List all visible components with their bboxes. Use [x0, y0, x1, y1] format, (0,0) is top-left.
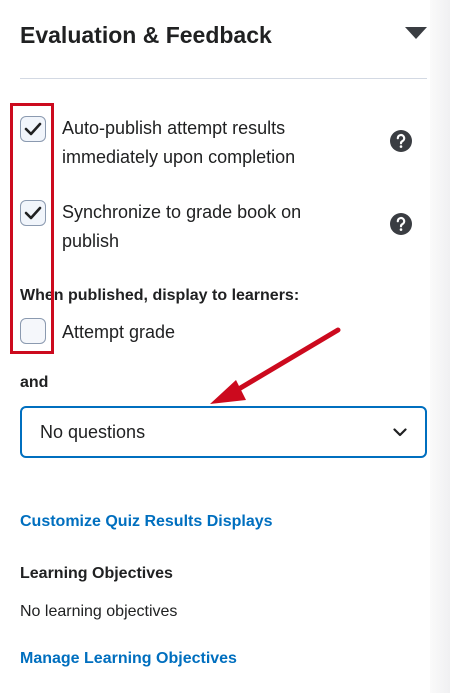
attempt-grade-checkbox[interactable] — [20, 318, 46, 344]
panel-edge — [430, 0, 450, 693]
help-icon[interactable] — [389, 129, 413, 153]
select-value: No questions — [40, 422, 146, 442]
auto-publish-checkbox[interactable] — [20, 116, 46, 142]
help-icon[interactable] — [389, 212, 413, 236]
questions-display-select[interactable]: No questions — [20, 406, 427, 458]
sync-gradebook-checkbox[interactable] — [20, 200, 46, 226]
and-label: and — [20, 374, 49, 391]
chevron-down-icon — [393, 428, 407, 437]
auto-publish-label: Auto-publish attempt results immediately… — [62, 118, 296, 167]
checkmark-icon — [24, 206, 42, 220]
checkmark-icon — [24, 122, 42, 136]
section-title: Evaluation & Feedback — [20, 22, 272, 48]
learning-objectives-heading: Learning Objectives — [20, 565, 173, 582]
customize-quiz-results-link[interactable]: Customize Quiz Results Displays — [20, 513, 273, 531]
divider — [20, 78, 427, 79]
attempt-grade-label: Attempt grade — [62, 322, 176, 342]
collapse-triangle-icon[interactable] — [404, 26, 428, 40]
display-to-learners-heading: When published, display to learners: — [20, 287, 300, 304]
sync-gradebook-label: Synchronize to grade book on publish — [62, 202, 302, 251]
no-objectives-text: No learning objectives — [20, 603, 178, 620]
manage-learning-objectives-link[interactable]: Manage Learning Objectives — [20, 650, 237, 668]
